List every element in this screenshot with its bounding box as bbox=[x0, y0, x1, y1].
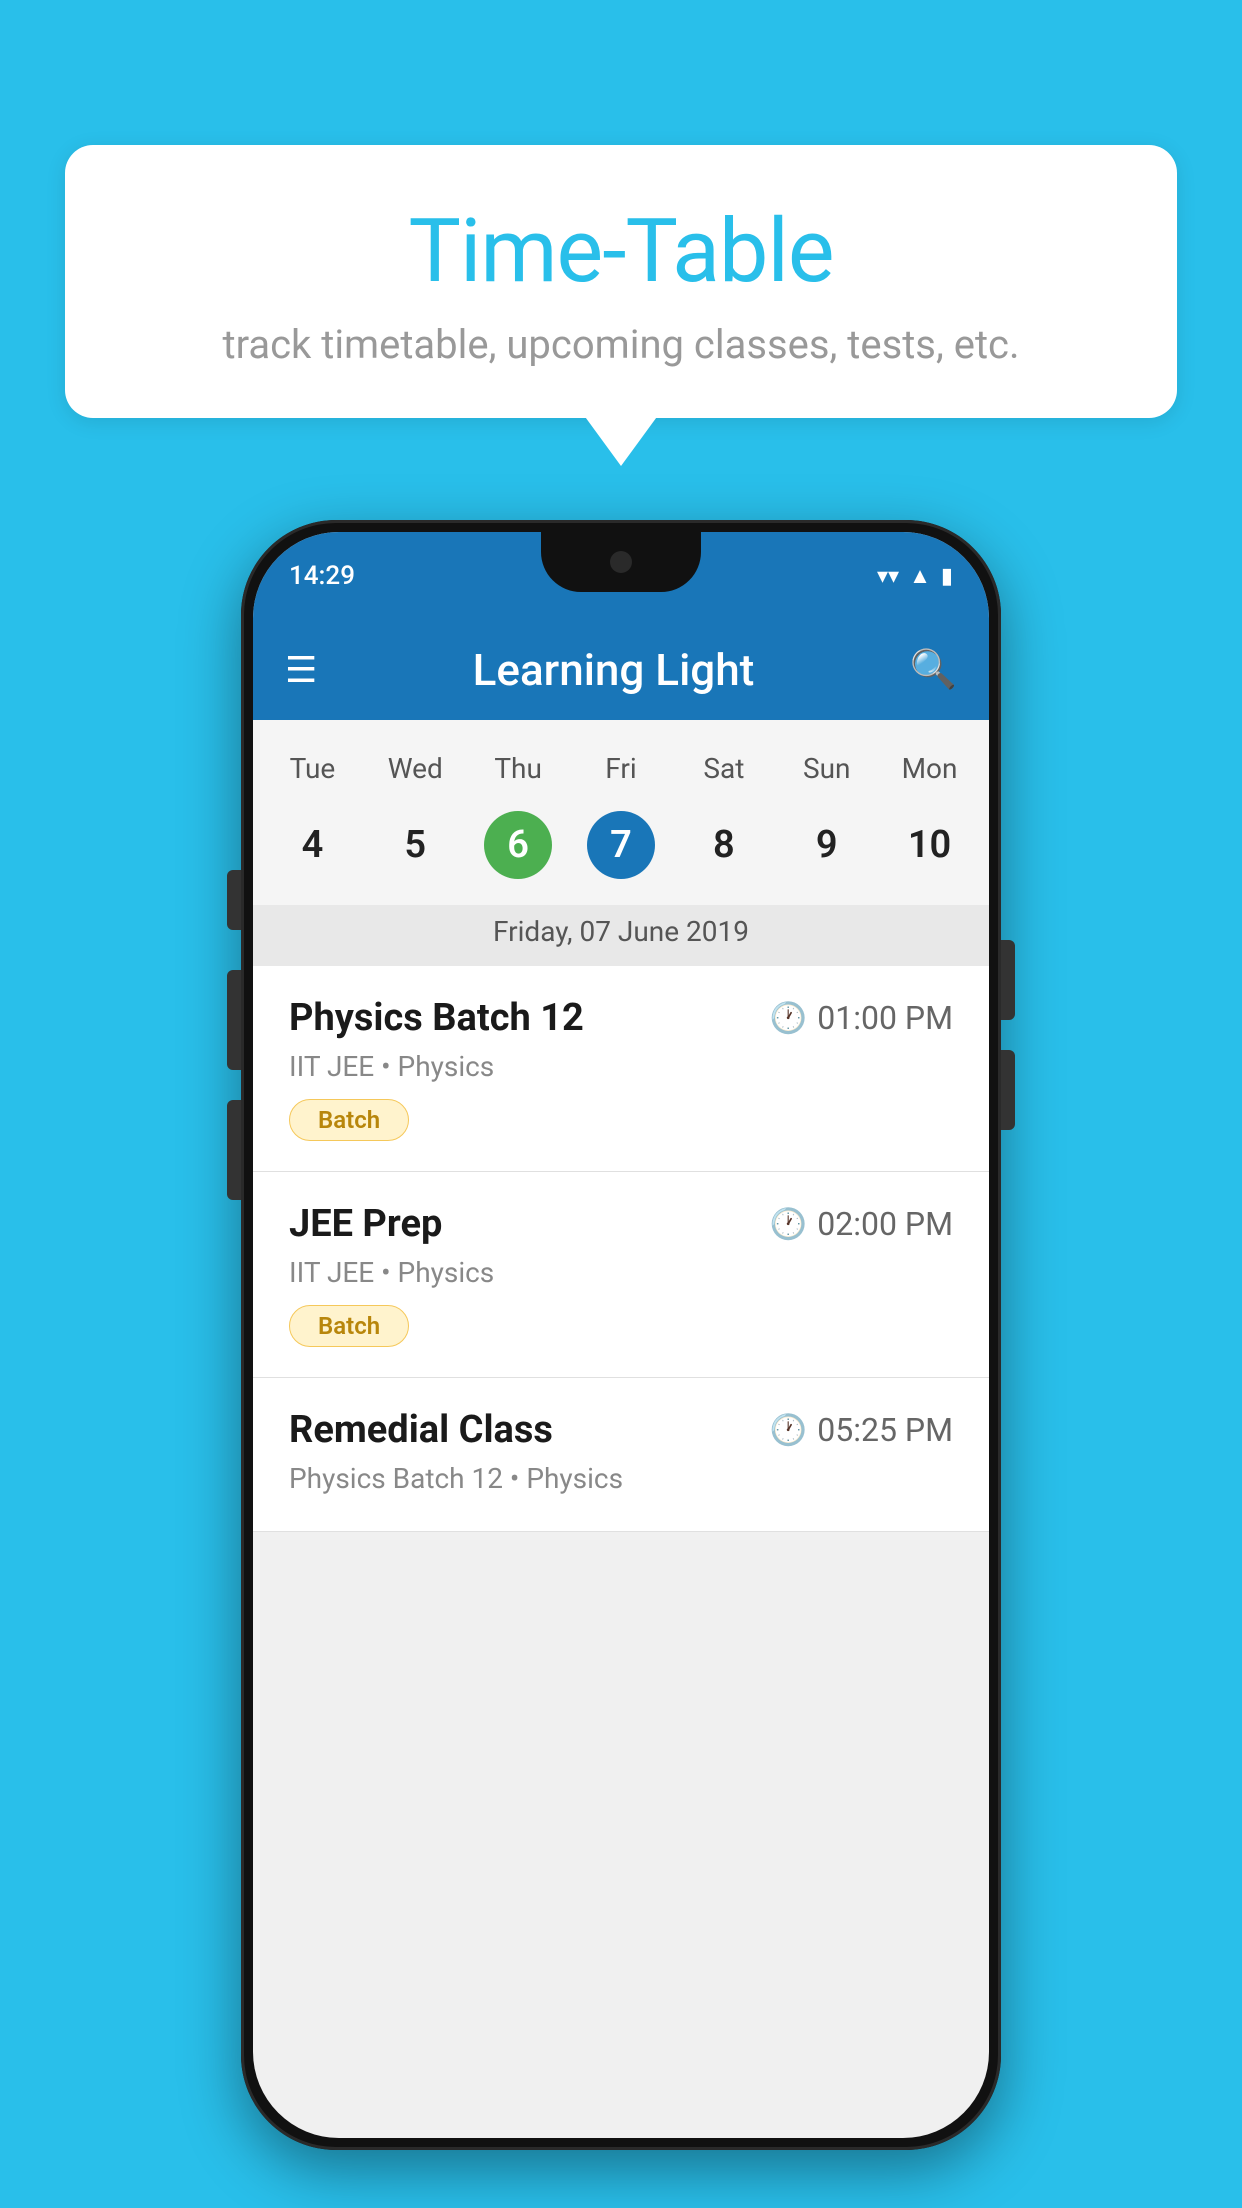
tooltip-subtitle: track timetable, upcoming classes, tests… bbox=[115, 321, 1127, 368]
day-mon: Mon bbox=[878, 744, 981, 793]
date-7[interactable]: 7 bbox=[570, 801, 673, 889]
app-bar: ☰ Learning Light 🔍 bbox=[253, 620, 989, 720]
volume-mid-button bbox=[227, 970, 241, 1070]
class-meta-2: IIT JEE • Physics bbox=[289, 1256, 953, 1289]
menu-icon[interactable]: ☰ bbox=[285, 649, 317, 691]
class-item-1[interactable]: Physics Batch 12 🕐 01:00 PM IIT JEE • Ph… bbox=[253, 966, 989, 1172]
time-value-1: 01:00 PM bbox=[817, 999, 953, 1037]
signal-icon: ▲ bbox=[909, 563, 931, 589]
class-name-2: JEE Prep bbox=[289, 1202, 442, 1246]
volume-up-button bbox=[227, 870, 241, 930]
class-name-3: Remedial Class bbox=[289, 1408, 553, 1452]
status-icons: ▾▾ ▲ ▮ bbox=[877, 563, 953, 589]
day-sat: Sat bbox=[672, 744, 775, 793]
day-thu: Thu bbox=[467, 744, 570, 793]
phone-screen: 14:29 ▾▾ ▲ ▮ ☰ Learning Light 🔍 Tue Wed … bbox=[253, 532, 989, 2138]
class-time-2: 🕐 02:00 PM bbox=[770, 1205, 953, 1243]
phone-mockup: 14:29 ▾▾ ▲ ▮ ☰ Learning Light 🔍 Tue Wed … bbox=[241, 520, 1001, 2150]
date-8[interactable]: 8 bbox=[672, 801, 775, 889]
camera bbox=[610, 551, 632, 573]
battery-icon: ▮ bbox=[941, 564, 953, 589]
volume-low-button bbox=[227, 1100, 241, 1200]
class-time-3: 🕐 05:25 PM bbox=[770, 1411, 953, 1449]
class-time-1: 🕐 01:00 PM bbox=[770, 999, 953, 1037]
power-button bbox=[1001, 940, 1015, 1020]
notch bbox=[541, 532, 701, 592]
clock-icon-3: 🕐 bbox=[770, 1413, 807, 1448]
tooltip-title: Time-Table bbox=[115, 200, 1127, 303]
status-time: 14:29 bbox=[289, 561, 355, 591]
date-9[interactable]: 9 bbox=[775, 801, 878, 889]
batch-tag-2: Batch bbox=[289, 1305, 409, 1347]
day-sun: Sun bbox=[775, 744, 878, 793]
volume-down-button bbox=[1001, 1050, 1015, 1130]
class-item-2[interactable]: JEE Prep 🕐 02:00 PM IIT JEE • Physics Ba… bbox=[253, 1172, 989, 1378]
clock-icon-1: 🕐 bbox=[770, 1001, 807, 1036]
date-5[interactable]: 5 bbox=[364, 801, 467, 889]
day-tue: Tue bbox=[261, 744, 364, 793]
class-name-1: Physics Batch 12 bbox=[289, 996, 584, 1040]
class-meta-3: Physics Batch 12 • Physics bbox=[289, 1462, 953, 1495]
class-item-3[interactable]: Remedial Class 🕐 05:25 PM Physics Batch … bbox=[253, 1378, 989, 1532]
app-title: Learning Light bbox=[345, 644, 881, 696]
time-value-3: 05:25 PM bbox=[817, 1411, 953, 1449]
day-headers: Tue Wed Thu Fri Sat Sun Mon bbox=[253, 744, 989, 793]
tooltip-card: Time-Table track timetable, upcoming cla… bbox=[65, 145, 1177, 418]
date-10[interactable]: 10 bbox=[878, 801, 981, 889]
day-wed: Wed bbox=[364, 744, 467, 793]
status-bar: 14:29 ▾▾ ▲ ▮ bbox=[253, 532, 989, 620]
day-fri: Fri bbox=[570, 744, 673, 793]
class-row3: Remedial Class 🕐 05:25 PM bbox=[289, 1408, 953, 1452]
date-4[interactable]: 4 bbox=[261, 801, 364, 889]
selected-date-label: Friday, 07 June 2019 bbox=[253, 905, 989, 966]
day-numbers: 4 5 6 7 8 9 10 bbox=[253, 793, 989, 905]
search-icon[interactable]: 🔍 bbox=[910, 648, 957, 692]
wifi-icon: ▾▾ bbox=[877, 564, 899, 589]
clock-icon-2: 🕐 bbox=[770, 1207, 807, 1242]
time-value-2: 02:00 PM bbox=[817, 1205, 953, 1243]
class-meta-1: IIT JEE • Physics bbox=[289, 1050, 953, 1083]
date-6[interactable]: 6 bbox=[467, 801, 570, 889]
class-row1: Physics Batch 12 🕐 01:00 PM bbox=[289, 996, 953, 1040]
class-row2: JEE Prep 🕐 02:00 PM bbox=[289, 1202, 953, 1246]
batch-tag-1: Batch bbox=[289, 1099, 409, 1141]
calendar-strip: Tue Wed Thu Fri Sat Sun Mon 4 5 6 7 8 9 … bbox=[253, 720, 989, 966]
